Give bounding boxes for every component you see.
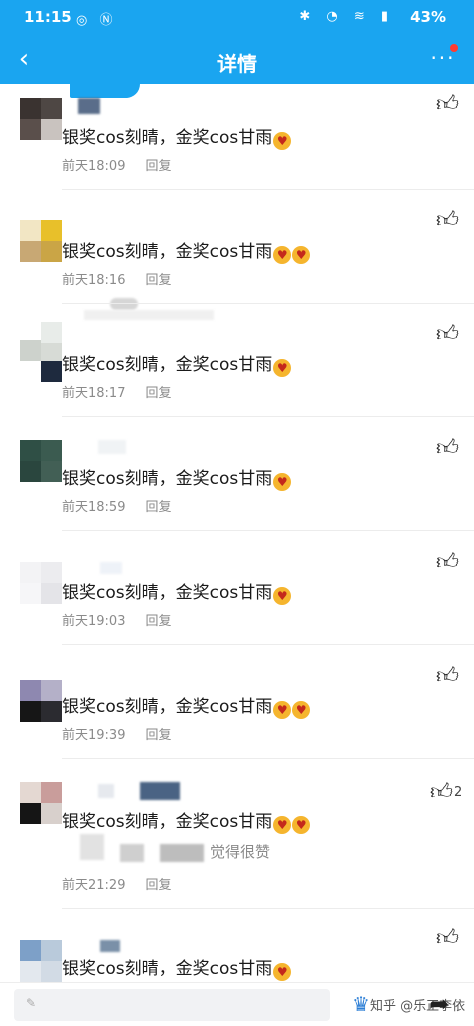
blurred-area (160, 844, 204, 862)
heart-eyes-emoji-icon: ♥ (273, 701, 292, 719)
divider (62, 644, 474, 645)
status-system-icons: ✱ ◔ ≋ ▮ (299, 9, 394, 24)
avatar[interactable] (20, 680, 62, 722)
bottom-bar: ✎ ♛ 知乎 @乐正李依 ➦ (0, 982, 474, 1026)
reply-button[interactable]: 回复 (145, 614, 171, 629)
avatar[interactable] (20, 440, 62, 482)
comment-meta: 前天18:09 回复 (62, 155, 171, 174)
blurred-area (120, 844, 144, 862)
divider (62, 416, 474, 417)
comment-input[interactable]: ✎ (14, 989, 330, 1021)
thumbs-up-icon: 👍︎ (436, 92, 459, 117)
like-button[interactable]: 👍︎ (436, 208, 462, 234)
comment-date: 前天19:39 (62, 728, 126, 743)
blurred-username (98, 440, 126, 454)
thumbs-up-icon: 👍︎ (436, 550, 459, 575)
heart-eyes-emoji-icon: ♥ (292, 816, 311, 834)
divider (62, 908, 474, 909)
subreply-text: 觉得很赞 (210, 843, 271, 861)
blurred-username (78, 98, 100, 114)
header-wave-decoration (70, 84, 140, 98)
comment-meta: 前天21:29 回复 (62, 874, 171, 893)
reply-button[interactable]: 回复 (145, 273, 171, 288)
share-button[interactable]: ➦ (424, 989, 454, 1019)
like-count: 2 (454, 785, 463, 800)
like-button[interactable]: 👍︎ (436, 664, 462, 690)
divider (62, 758, 474, 759)
like-button[interactable]: 👍︎ (436, 550, 462, 576)
heart-eyes-emoji-icon: ♥ (273, 473, 292, 491)
comment-date: 前天18:16 (62, 273, 126, 288)
avatar[interactable] (20, 98, 62, 140)
page-title: 详情 (217, 52, 257, 76)
top-header: ‹ 详情 ··· (0, 36, 474, 84)
heart-eyes-emoji-icon: ♥ (273, 963, 292, 981)
heart-eyes-emoji-icon: ♥ (273, 816, 292, 834)
comment-text: 银奖cos刻晴，金奖cos甘雨 ♥ (62, 954, 292, 981)
comment-meta: 前天18:16 回复 (62, 269, 171, 288)
heart-eyes-emoji-icon: ♥ (273, 587, 292, 605)
blurred-area (110, 298, 138, 310)
thumbs-up-icon: 👍︎ (436, 436, 459, 461)
like-button[interactable]: 👍︎ (430, 780, 456, 806)
like-button[interactable]: 👍︎ (436, 92, 462, 118)
divider (62, 189, 474, 190)
like-button[interactable]: 👍︎ (436, 436, 462, 462)
status-notification-icons: ◎ Ⓝ (76, 13, 117, 28)
thumbs-up-icon: 👍︎ (436, 208, 459, 233)
battery-percent: 43% (410, 8, 446, 26)
comment-meta: 前天19:03 回复 (62, 610, 171, 629)
comment-date: 前天21:29 (62, 878, 126, 893)
reply-button[interactable]: 回复 (145, 728, 171, 743)
avatar[interactable] (20, 562, 62, 604)
avatar[interactable] (20, 782, 62, 824)
status-bar: 11:15 ◎ Ⓝ ✱ ◔ ≋ ▮ 43% (0, 0, 474, 36)
reply-button[interactable]: 回复 (145, 159, 171, 174)
heart-eyes-emoji-icon: ♥ (273, 359, 292, 377)
thumbs-up-icon: 👍︎ (436, 926, 459, 951)
blurred-area (84, 310, 214, 320)
reply-button[interactable]: 回复 (145, 500, 171, 515)
comment-meta: 前天18:59 回复 (62, 496, 171, 515)
heart-eyes-emoji-icon: ♥ (292, 701, 311, 719)
comment-text: 银奖cos刻晴，金奖cos甘雨 ♥ ♥ (62, 692, 311, 719)
comment-text: 银奖cos刻晴，金奖cos甘雨 ♥ (62, 123, 292, 150)
comment-date: 前天19:03 (62, 614, 126, 629)
avatar[interactable] (20, 940, 62, 982)
status-time: 11:15 (24, 8, 72, 26)
thumbs-up-icon: 👍︎ (436, 322, 459, 347)
comment-date: 前天18:17 (62, 386, 126, 401)
blurred-area (80, 834, 104, 860)
divider (62, 530, 474, 531)
blurred-username (98, 784, 114, 798)
comment-meta: 前天18:17 回复 (62, 382, 171, 401)
comment-meta: 前天19:39 回复 (62, 724, 171, 743)
divider (62, 303, 474, 304)
reply-button[interactable]: 回复 (145, 878, 171, 893)
heart-eyes-emoji-icon: ♥ (292, 246, 311, 264)
comment-text: 银奖cos刻晴，金奖cos甘雨 ♥ ♥ (62, 237, 311, 264)
input-edit-icon: ✎ (26, 996, 37, 1010)
notification-dot (450, 44, 458, 52)
heart-eyes-emoji-icon: ♥ (273, 132, 292, 150)
avatar[interactable] (20, 220, 62, 262)
comment-text: 银奖cos刻晴，金奖cos甘雨 ♥ ♥ (62, 807, 311, 834)
comment-text: 银奖cos刻晴，金奖cos甘雨 ♥ (62, 578, 292, 605)
blurred-username (100, 940, 120, 952)
heart-eyes-emoji-icon: ♥ (273, 246, 292, 264)
comment-date: 前天18:09 (62, 159, 126, 174)
comment-text: 银奖cos刻晴，金奖cos甘雨 ♥ (62, 464, 292, 491)
reply-button[interactable]: 回复 (145, 386, 171, 401)
thumbs-up-icon: 👍︎ (436, 664, 459, 689)
comment-text: 银奖cos刻晴，金奖cos甘雨 ♥ (62, 350, 292, 377)
like-button[interactable]: 👍︎ (436, 322, 462, 348)
comment-date: 前天18:59 (62, 500, 126, 515)
avatar[interactable] (20, 322, 62, 382)
share-arrow-icon: ➦ (428, 990, 450, 1018)
blurred-username (140, 782, 180, 800)
like-button[interactable]: 👍︎ (436, 926, 462, 952)
thumbs-up-icon: 👍︎ (430, 780, 453, 805)
blurred-username (100, 562, 122, 574)
